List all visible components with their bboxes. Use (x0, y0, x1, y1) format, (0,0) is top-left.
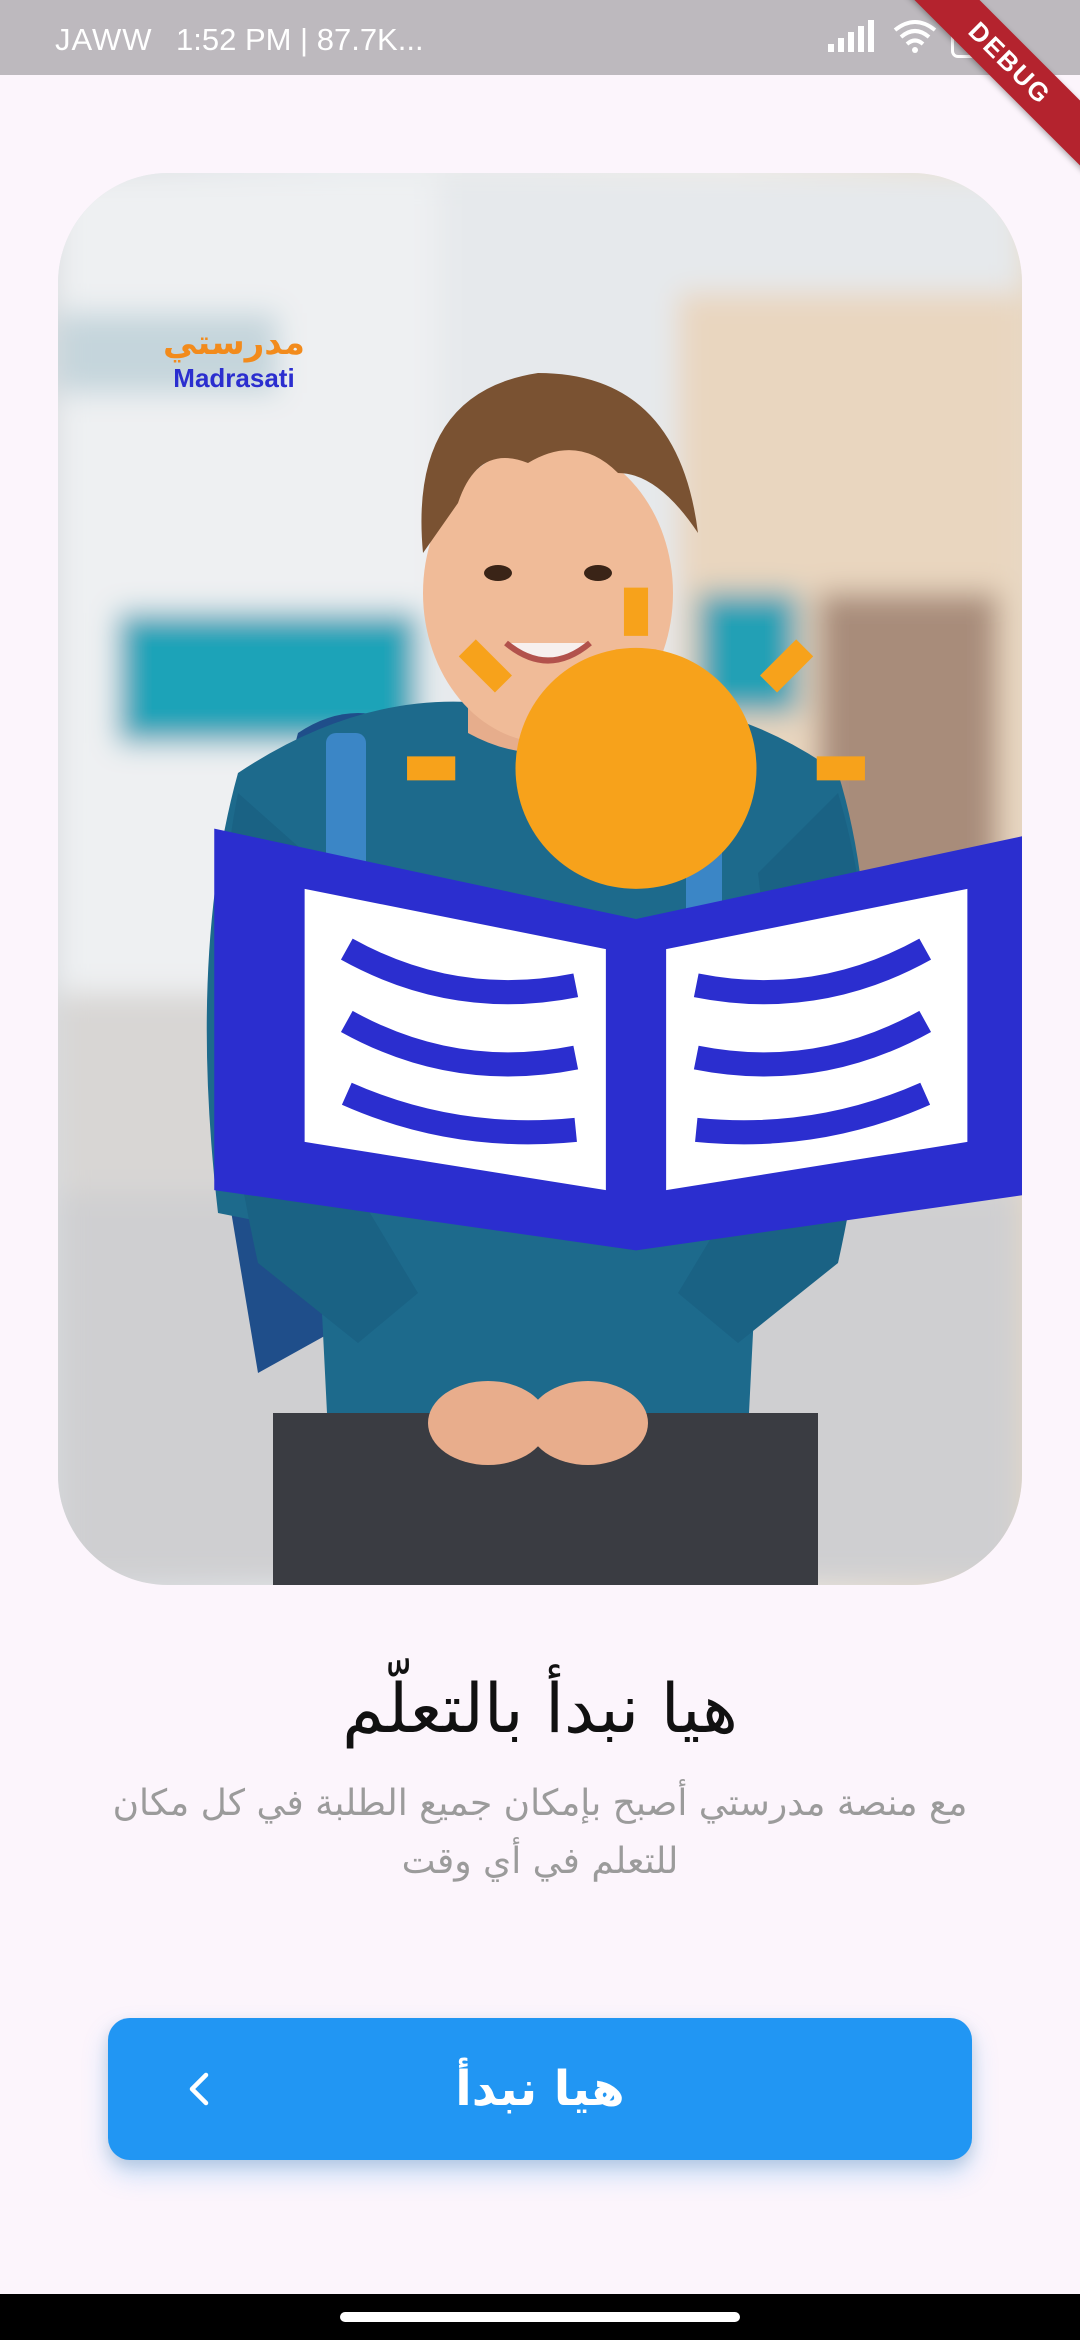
status-icons (826, 18, 938, 54)
hero-image: مدرستي Madrasati (58, 173, 1022, 1585)
logo-arabic-text: مدرستي (163, 323, 305, 363)
logo-english-text: Madrasati (173, 363, 295, 393)
madrasati-logo: مدرستي Madrasati (154, 213, 1022, 1251)
signal-icon (828, 20, 874, 52)
chevron-left-icon (189, 2072, 209, 2106)
start-button[interactable]: هيا نبدأ (108, 2018, 972, 2160)
home-indicator[interactable] (340, 2312, 740, 2322)
carrier-label: JAWW (55, 22, 153, 57)
start-button-label: هيا نبدأ (455, 2061, 625, 2117)
status-bar: JAWW 1:52 PM | 87.7K... 92 (0, 0, 1080, 75)
book-sun-logo-icon (214, 587, 1022, 1251)
status-time-info: 1:52 PM | 87.7K... (176, 22, 424, 57)
page-subtitle: مع منصة مدرستي أصبح بإمكان جميع الطلبة ف… (112, 1783, 968, 1882)
page-title: هيا نبدأ بالتعلّم (342, 1670, 738, 1749)
wifi-icon (893, 20, 937, 53)
